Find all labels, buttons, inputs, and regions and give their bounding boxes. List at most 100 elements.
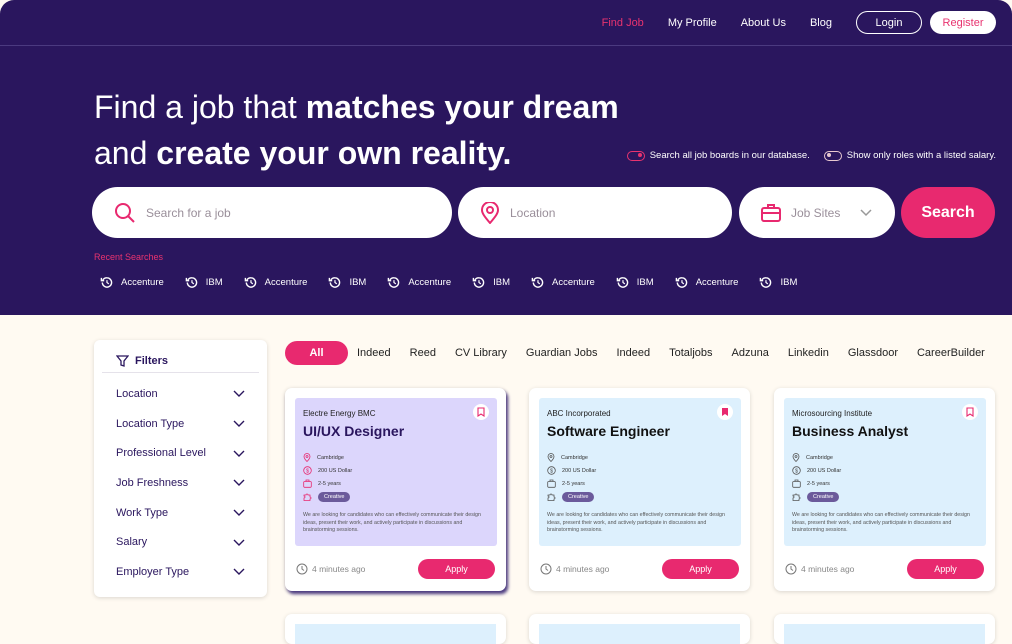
recent-search-item[interactable]: Accenture xyxy=(531,276,595,289)
job-card[interactable]: Electre Energy BMC UI/UX Designer Cambri… xyxy=(285,388,506,591)
job-card[interactable] xyxy=(774,614,995,644)
svg-text:$: $ xyxy=(306,469,309,475)
company-name: ABC Incorporated xyxy=(547,409,611,418)
register-button[interactable]: Register xyxy=(930,11,996,34)
posted-time: 4 minutes ago xyxy=(312,564,366,574)
tab-job-board[interactable]: Totaljobs xyxy=(669,347,712,359)
tab-job-board[interactable]: Indeed xyxy=(357,347,391,359)
location-pin-icon xyxy=(792,453,800,462)
toggle-listed-salary[interactable]: Show only roles with a listed salary. xyxy=(823,150,996,161)
recent-search-item[interactable]: Accenture xyxy=(675,276,738,289)
toggle-all-job-boards[interactable]: Search all job boards in our database. xyxy=(626,150,810,161)
recent-search-item[interactable]: Accenture xyxy=(100,276,164,289)
clock-icon xyxy=(540,563,552,575)
search-button[interactable]: Search xyxy=(901,187,995,238)
chevron-down-icon xyxy=(233,568,245,576)
tab-job-board[interactable]: Adzuna xyxy=(732,347,769,359)
headline-part: and xyxy=(94,135,157,171)
filter-label: Employer Type xyxy=(116,565,190,578)
filter-icon xyxy=(116,355,129,367)
recent-searches-label: Recent Searches xyxy=(94,252,164,262)
posted-time: 4 minutes ago xyxy=(556,564,610,574)
puzzle-icon xyxy=(303,493,312,501)
recent-search-item[interactable]: IBM xyxy=(616,276,654,289)
placeholder: Location xyxy=(510,205,556,220)
job-sites-dropdown[interactable]: Job Sites xyxy=(739,187,895,238)
location-pin-icon xyxy=(480,201,500,224)
history-icon xyxy=(388,277,400,288)
location-input[interactable]: Location xyxy=(458,187,732,238)
history-icon xyxy=(531,277,544,288)
history-icon xyxy=(244,277,256,288)
tab-job-board[interactable]: Indeed xyxy=(616,347,650,359)
chevron-down-icon xyxy=(233,479,245,487)
recent-search-item[interactable]: IBM xyxy=(472,276,510,289)
chevron-down-icon xyxy=(233,450,245,457)
filter-item[interactable]: Location Type xyxy=(94,409,267,439)
job-card-body: ABC Incorporated Software Engineer Cambr… xyxy=(539,398,741,546)
recent-search-item[interactable]: Accenture xyxy=(244,276,307,289)
job-salary: 200 US Dollar xyxy=(807,467,842,474)
job-search-input[interactable]: Search for a job xyxy=(92,187,452,238)
history-icon xyxy=(329,277,341,288)
job-salary: 200 US Dollar xyxy=(562,467,597,474)
history-icon xyxy=(185,277,198,288)
recent-search-label: Accenture xyxy=(121,277,164,288)
login-button[interactable]: Login xyxy=(856,11,922,34)
tab-job-board[interactable]: Glassdoor xyxy=(848,347,898,359)
recent-search-item[interactable]: IBM xyxy=(185,276,223,289)
nav-find-job[interactable]: Find Job xyxy=(602,17,644,29)
job-card[interactable]: Microsourcing Institute Business Analyst… xyxy=(774,388,995,591)
recent-search-label: IBM xyxy=(636,277,654,288)
location-pin-icon xyxy=(303,453,311,462)
nav-blog[interactable]: Blog xyxy=(810,17,832,29)
company-name: Electre Energy BMC xyxy=(303,409,376,418)
tab-job-board[interactable]: Reed xyxy=(410,347,436,359)
tab-job-board[interactable]: CV Library xyxy=(455,347,507,359)
recent-search-label: IBM xyxy=(205,277,223,288)
recent-search-item[interactable]: Accenture xyxy=(387,276,451,289)
chevron-down-icon xyxy=(860,208,872,216)
search-icon xyxy=(115,202,135,223)
history-icon xyxy=(616,277,629,288)
job-board-tabs: All Indeed Reed CV Library Guardian Jobs Inde… xyxy=(285,341,1004,365)
svg-text:$: $ xyxy=(550,469,553,475)
bookmark-button[interactable] xyxy=(473,404,489,420)
chevron-down-icon xyxy=(233,539,245,546)
tab-job-board[interactable]: Linkedin xyxy=(788,347,829,359)
apply-button[interactable]: Apply xyxy=(662,559,739,579)
filter-item[interactable]: Employer Type xyxy=(94,557,267,587)
nav-my-profile[interactable]: My Profile xyxy=(668,17,717,29)
job-experience: 2-5 years xyxy=(318,480,341,487)
tab-job-board[interactable]: All xyxy=(285,341,348,365)
job-card[interactable] xyxy=(529,614,750,644)
filter-item[interactable]: Salary xyxy=(94,527,267,557)
toggle-switch[interactable] xyxy=(626,150,645,161)
filter-item[interactable]: Location xyxy=(94,379,267,409)
job-title: UI/UX Designer xyxy=(303,423,405,439)
nav-about-us[interactable]: About Us xyxy=(741,17,786,29)
job-card[interactable] xyxy=(285,614,506,644)
top-nav: Find Job My Profile About Us Blog Login … xyxy=(602,11,996,34)
tab-job-board[interactable]: Guardian Jobs xyxy=(526,347,598,359)
recent-search-item[interactable]: IBM xyxy=(759,276,797,289)
apply-button[interactable]: Apply xyxy=(907,559,984,579)
filter-item[interactable]: Work Type xyxy=(94,498,267,528)
bookmark-button[interactable] xyxy=(717,404,733,420)
recent-search-label: IBM xyxy=(780,277,798,288)
hero: Find Job My Profile About Us Blog Login … xyxy=(0,0,1012,315)
filter-item[interactable]: Job Freshness xyxy=(94,468,267,498)
headline-part: matches your dream xyxy=(305,89,619,125)
puzzle-icon xyxy=(547,493,556,501)
bookmark-icon xyxy=(722,408,728,416)
tab-job-board[interactable]: CareerBuilder xyxy=(917,347,985,359)
bookmark-button[interactable] xyxy=(962,404,978,420)
toggle-switch[interactable] xyxy=(823,150,842,161)
filter-item[interactable]: Professional Level xyxy=(94,438,267,468)
recent-search-item[interactable]: IBM xyxy=(328,276,366,289)
headline-part: Find a job that xyxy=(94,89,306,125)
filters-panel: Filters Location Location Type Professiona… xyxy=(94,340,267,597)
apply-button[interactable]: Apply xyxy=(418,559,495,579)
job-card[interactable]: ABC Incorporated Software Engineer Cambr… xyxy=(529,388,750,591)
job-title: Software Engineer xyxy=(547,423,670,439)
